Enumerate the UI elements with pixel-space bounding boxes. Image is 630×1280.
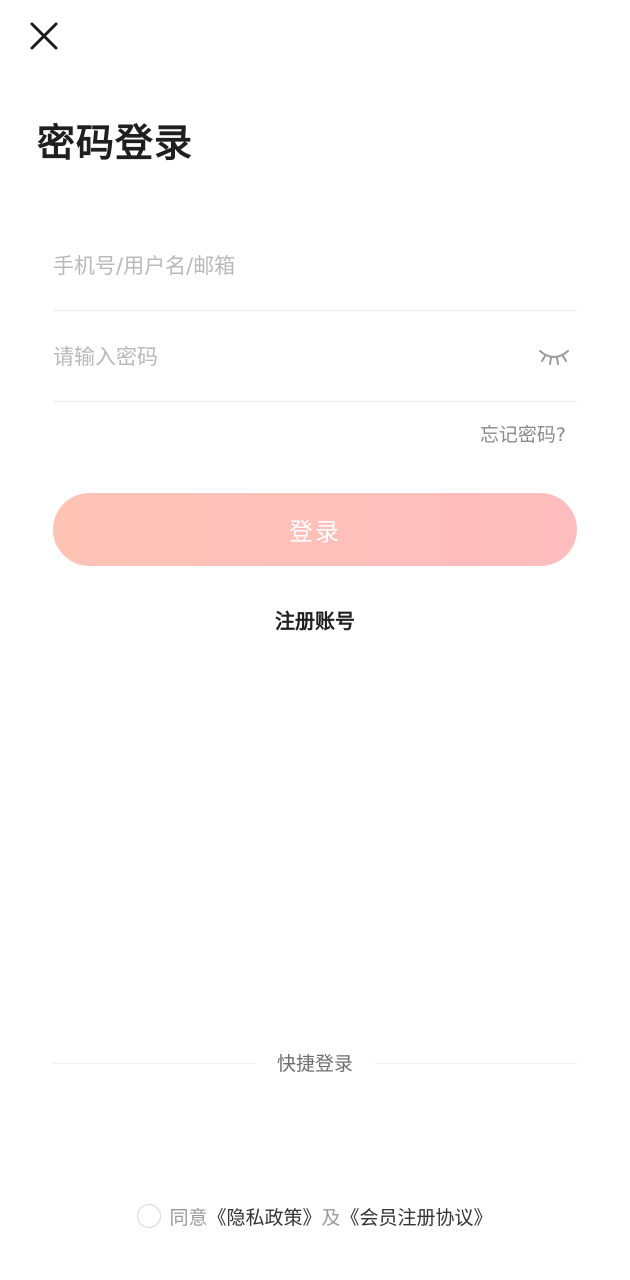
agreement-checkbox[interactable]	[137, 1204, 162, 1228]
quick-login-label: 快捷登录	[276, 1053, 353, 1075]
password-visibility-toggle[interactable]	[537, 345, 571, 369]
agreement-row: 同意 《隐私政策》 及 《会员注册协议》	[0, 1200, 630, 1232]
privacy-policy-link[interactable]: 《隐私政策》	[207, 1203, 321, 1230]
member-agreement-link[interactable]: 《会员注册协议》	[341, 1203, 493, 1230]
account-field	[53, 221, 577, 311]
quick-login-divider: 快捷登录	[53, 1050, 577, 1078]
close-button[interactable]	[22, 14, 66, 58]
divider-line-right	[375, 1063, 577, 1064]
close-icon	[30, 22, 58, 50]
account-input[interactable]	[53, 221, 513, 311]
password-field	[53, 312, 577, 402]
forgot-password-link[interactable]: 忘记密码?	[480, 422, 566, 448]
register-account-link[interactable]: 注册账号	[0, 607, 630, 635]
password-input[interactable]	[53, 312, 513, 402]
login-button[interactable]: 登录	[53, 493, 577, 566]
page-title: 密码登录	[37, 121, 194, 165]
agreement-prefix: 同意	[169, 1206, 208, 1229]
agreement-conjunction: 及	[321, 1206, 341, 1229]
eye-closed-icon	[539, 350, 569, 365]
